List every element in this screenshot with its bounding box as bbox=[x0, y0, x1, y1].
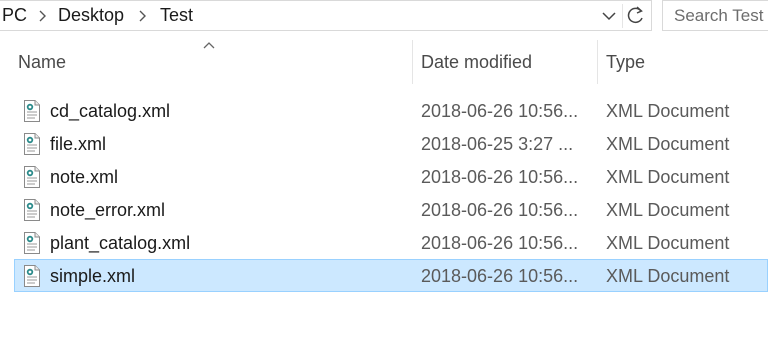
search-input[interactable]: Search Test bbox=[662, 0, 768, 31]
address-bar[interactable]: PC Desktop Test bbox=[0, 0, 652, 31]
chevron-right-icon[interactable] bbox=[136, 9, 150, 23]
file-date-modified: 2018-06-26 10:56... bbox=[421, 167, 579, 187]
file-name[interactable]: note_error.xml bbox=[50, 200, 165, 221]
file-type: XML Document bbox=[606, 101, 730, 121]
file-type: XML Document bbox=[606, 266, 730, 286]
xml-document-icon bbox=[23, 100, 41, 122]
xml-document-icon bbox=[23, 166, 41, 188]
chevron-down-icon[interactable] bbox=[600, 8, 618, 24]
file-name[interactable]: plant_catalog.xml bbox=[50, 233, 190, 254]
column-header-type[interactable]: Type bbox=[606, 52, 645, 73]
column-divider[interactable] bbox=[597, 40, 598, 84]
column-header-name[interactable]: Name bbox=[18, 52, 66, 73]
column-header-date-modified[interactable]: Date modified bbox=[421, 52, 532, 73]
chevron-right-icon[interactable] bbox=[36, 9, 50, 23]
file-row[interactable]: note_error.xml 2018-06-26 10:56... XML Doc… bbox=[14, 193, 768, 226]
xml-document-icon bbox=[23, 232, 41, 254]
file-name[interactable]: cd_catalog.xml bbox=[50, 101, 170, 122]
file-row[interactable]: simple.xml 2018-06-26 10:56... XML Documen… bbox=[14, 259, 768, 292]
file-date-modified: 2018-06-25 3:27 ... bbox=[421, 134, 574, 154]
file-row[interactable]: cd_catalog.xml 2018-06-26 10:56... XML Doc… bbox=[14, 94, 768, 127]
search-placeholder: Search Test bbox=[674, 6, 764, 25]
file-name[interactable]: simple.xml bbox=[50, 266, 135, 287]
file-date-modified: 2018-06-26 10:56... bbox=[421, 233, 579, 253]
refresh-icon[interactable] bbox=[622, 4, 649, 28]
xml-document-icon bbox=[23, 133, 41, 155]
file-row[interactable]: file.xml 2018-06-25 3:27 ... XML Document bbox=[14, 127, 768, 160]
breadcrumb-desktop[interactable]: Desktop bbox=[58, 5, 124, 26]
file-type: XML Document bbox=[606, 200, 730, 220]
file-name[interactable]: note.xml bbox=[50, 167, 118, 188]
breadcrumb-test[interactable]: Test bbox=[160, 5, 193, 26]
file-row[interactable]: plant_catalog.xml 2018-06-26 10:56... XML … bbox=[14, 226, 768, 259]
file-date-modified: 2018-06-26 10:56... bbox=[421, 200, 579, 220]
file-date-modified: 2018-06-26 10:56... bbox=[421, 101, 579, 121]
sort-ascending-icon bbox=[201, 37, 217, 49]
breadcrumb-pc[interactable]: PC bbox=[2, 5, 27, 26]
file-date-modified: 2018-06-26 10:56... bbox=[421, 266, 579, 286]
file-row[interactable]: note.xml 2018-06-26 10:56... XML Document bbox=[14, 160, 768, 193]
xml-document-icon bbox=[23, 265, 41, 287]
file-type: XML Document bbox=[606, 233, 730, 253]
column-divider[interactable] bbox=[412, 40, 413, 84]
file-type: XML Document bbox=[606, 134, 730, 154]
file-type: XML Document bbox=[606, 167, 730, 187]
xml-document-icon bbox=[23, 199, 41, 221]
file-name[interactable]: file.xml bbox=[50, 134, 106, 155]
